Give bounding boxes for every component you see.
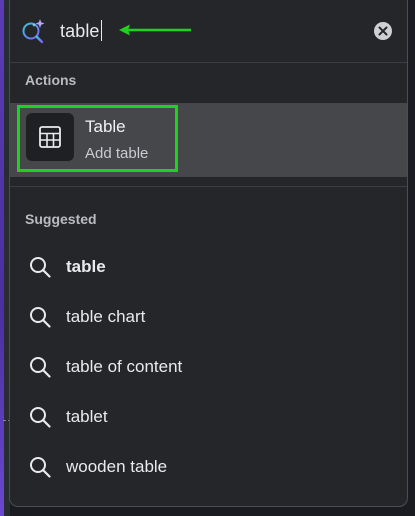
search-icon	[30, 307, 51, 328]
suggestion-item[interactable]: wooden table	[10, 442, 407, 492]
suggestion-label: table of content	[66, 357, 183, 376]
annotation-arrow	[118, 23, 192, 37]
section-divider	[10, 186, 407, 187]
actions-section-title: Actions	[25, 72, 77, 88]
suggestion-item[interactable]: table chart	[10, 292, 407, 342]
suggestion-item[interactable]: table of content	[10, 342, 407, 392]
suggestion-item[interactable]: tablet	[10, 392, 407, 442]
magic-search-icon	[20, 17, 48, 45]
clear-search-button[interactable]	[374, 22, 392, 40]
close-icon	[378, 26, 388, 36]
search-icon	[30, 357, 51, 378]
search-bar[interactable]: table	[10, 0, 407, 63]
search-icon	[30, 407, 51, 428]
text-caret	[100, 20, 102, 41]
action-item-table[interactable]: Table Add table	[10, 103, 407, 177]
background-purple-edge	[0, 0, 4, 516]
suggestion-label: wooden table	[66, 457, 168, 476]
search-input[interactable]: table	[60, 20, 102, 42]
annotation-highlight-box	[17, 105, 178, 172]
search-icon	[30, 257, 51, 278]
suggested-section-title: Suggested	[25, 211, 97, 227]
search-dropdown-panel: table Actions Table Add table Suggested …	[9, 0, 408, 507]
search-input-value: table	[60, 21, 100, 41]
search-icon	[30, 457, 51, 478]
suggested-list: table table chart table of content table…	[10, 242, 407, 492]
suggestion-label: table chart	[66, 307, 146, 326]
suggestion-label: table	[66, 257, 106, 276]
suggestion-item[interactable]: table	[10, 242, 407, 292]
suggestion-label: tablet	[66, 407, 108, 426]
